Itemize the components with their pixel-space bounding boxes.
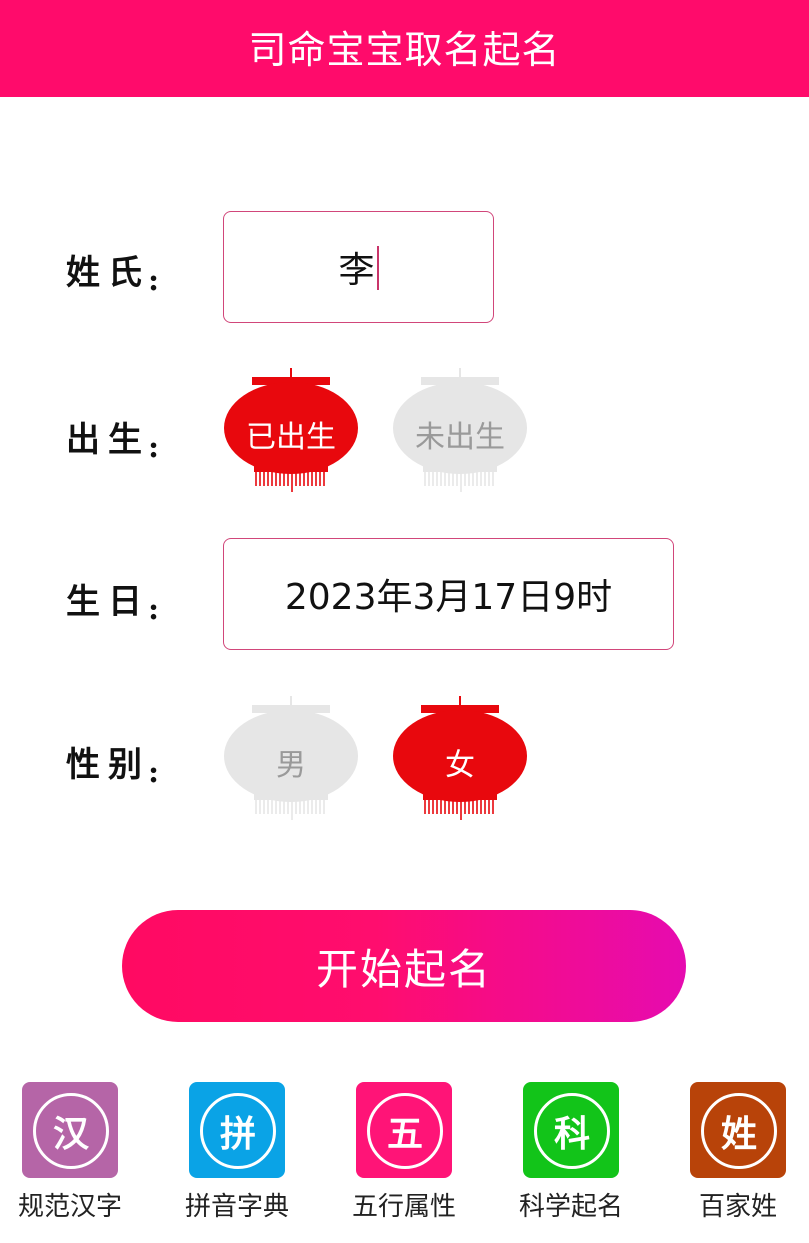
birthday-picker[interactable]: 2023年3月17日9时 <box>223 538 674 650</box>
start-naming-label: 开始起名 <box>315 944 492 994</box>
born-option[interactable]: 已出生 <box>224 368 358 492</box>
birthday-label: 生日: <box>66 582 160 627</box>
tool-label: 拼音字典 <box>184 1192 289 1222</box>
app-header: 司命宝宝取名起名 <box>0 0 809 97</box>
five-elements-icon: 五 <box>356 1082 452 1178</box>
tool-standard-characters[interactable]: 汉 规范汉字 <box>0 1080 140 1230</box>
app-screen: 司命宝宝取名起名 姓氏: 李 出生: 已出生 未出生 生日: 2023年3月17… <box>0 0 809 1243</box>
male-option[interactable]: 男 <box>224 696 358 820</box>
page-title: 司命宝宝取名起名 <box>248 28 561 72</box>
surname-value: 李 <box>338 241 379 293</box>
unborn-option[interactable]: 未出生 <box>393 368 527 492</box>
birth-status-label: 出生: <box>66 420 160 465</box>
born-option-label: 已出生 <box>246 420 336 455</box>
surname-icon: 姓 <box>690 1082 786 1178</box>
tool-label: 科学起名 <box>518 1192 623 1222</box>
gender-label: 性别: <box>66 745 160 790</box>
tool-shortcuts: 汉 规范汉字 拼 拼音字典 五 五行属性 科 科学起名 姓 百家姓 <box>0 1080 809 1230</box>
han-character-icon: 汉 <box>22 1082 118 1178</box>
unborn-option-label: 未出生 <box>415 420 505 455</box>
tool-label: 规范汉字 <box>17 1192 122 1222</box>
science-icon: 科 <box>523 1082 619 1178</box>
text-caret <box>376 246 379 290</box>
tool-pinyin-dictionary[interactable]: 拼 拼音字典 <box>167 1080 307 1230</box>
start-naming-button[interactable]: 开始起名 <box>122 910 686 1022</box>
female-option[interactable]: 女 <box>393 696 527 820</box>
male-option-label: 男 <box>276 748 306 783</box>
surname-label: 姓氏: <box>66 253 160 298</box>
tool-label: 百家姓 <box>698 1192 777 1222</box>
tool-five-elements[interactable]: 五 五行属性 <box>334 1080 474 1230</box>
pinyin-icon: 拼 <box>189 1082 285 1178</box>
surname-input[interactable]: 李 <box>223 211 494 323</box>
female-option-label: 女 <box>445 748 475 783</box>
birthday-value: 2023年3月17日9时 <box>284 577 613 618</box>
tool-scientific-naming[interactable]: 科 科学起名 <box>501 1080 641 1230</box>
tool-label: 五行属性 <box>351 1192 456 1222</box>
tool-hundred-surnames[interactable]: 姓 百家姓 <box>668 1080 808 1230</box>
